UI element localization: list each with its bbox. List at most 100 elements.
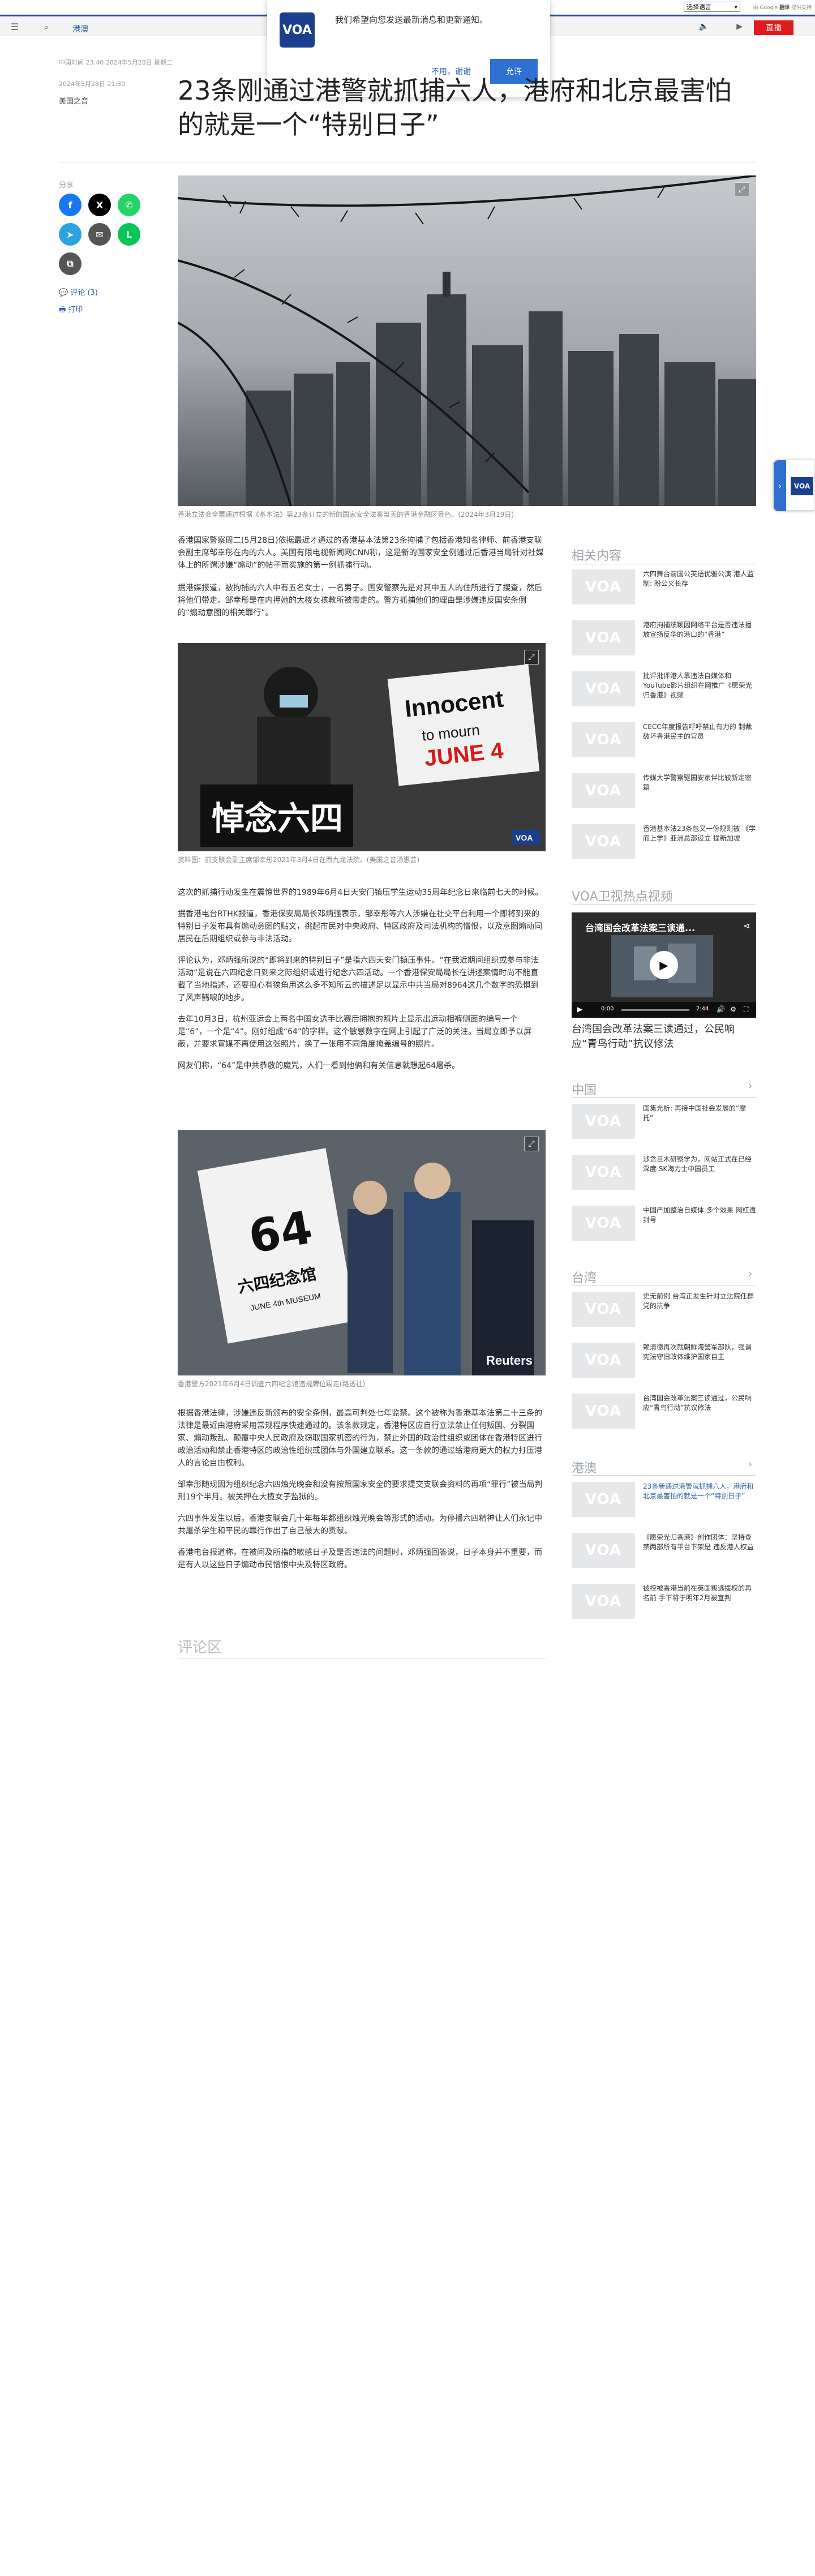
- search-icon[interactable]: ⌕: [41, 22, 52, 33]
- menu-icon[interactable]: ☰: [9, 22, 20, 33]
- divider: [572, 1475, 756, 1476]
- voa-thumb-icon: VOA: [572, 1206, 635, 1241]
- svg-text:Reuters: Reuters: [486, 1353, 533, 1368]
- related-item[interactable]: VOA CECC年度报告呼吁禁止有力的 制裁破坏香港民主的官员: [572, 722, 756, 762]
- video-duration: 2:44: [696, 1006, 709, 1012]
- taiwan-item[interactable]: VOA 台湾国会改革法案三读通过，公民响应“青鸟行动”抗议修法: [572, 1394, 756, 1433]
- expand-icon[interactable]: ⤢: [524, 1137, 539, 1151]
- voa-logo: VOA: [280, 12, 315, 48]
- telegram-share-icon[interactable]: ➤: [59, 223, 82, 246]
- arrow-right-icon[interactable]: ›: [774, 460, 786, 511]
- expand-icon[interactable]: ⤢: [524, 650, 539, 665]
- expand-icon[interactable]: ⤢: [735, 182, 749, 197]
- hk-item[interactable]: VOA 《愿荣光归香港》创作团体：坚持查禁两部所有平台下架是 违反港人权益: [572, 1533, 756, 1572]
- related-item[interactable]: VOA 传媒大学警察驱国安家伴比较新定密籍: [572, 773, 756, 813]
- facebook-share-icon[interactable]: f: [59, 194, 82, 216]
- chevron-down-icon: ▾: [734, 3, 737, 11]
- print-icon: 🖶: [59, 306, 68, 314]
- china-heading[interactable]: 中国: [572, 1080, 597, 1098]
- protest-illustration: Innocent to mourn JUNE 4 悼念六四 VOA: [178, 643, 546, 851]
- settings-icon[interactable]: ⚙: [730, 1005, 736, 1013]
- floating-promo-tab[interactable]: › VOA: [773, 460, 815, 511]
- paragraph: 根据香港法律，涉嫌违反新颁布的安全条例，最高可判处七年监禁。这个被称为香港基本法…: [178, 1409, 542, 1468]
- related-item-title: 六四舞台前国公英语优雅公演 港人监制: 盼公义长存: [643, 570, 754, 588]
- share-icon[interactable]: ⋖: [743, 920, 750, 931]
- related-item[interactable]: VOA 香港基本法23条包又一份规则被 《学而上学》亚洲总部设立 提新加坡: [572, 824, 756, 864]
- play-small-icon[interactable]: ▶: [577, 1005, 582, 1013]
- hero-illustration: [178, 175, 756, 506]
- museum-illustration: 64 六四纪念馆 JUNE 4th MUSEUM Reuters: [178, 1130, 546, 1375]
- voa-thumb-icon: VOA: [572, 1482, 635, 1517]
- language-select[interactable]: 选择语言 ▾: [684, 2, 740, 12]
- china-item-title: 中国严加整治自媒体 多个效果 网红遭封号: [643, 1206, 756, 1224]
- language-select-label: 选择语言: [687, 3, 711, 11]
- share-label: 分享: [59, 181, 74, 190]
- google-translate-credit[interactable]: 由 Google 翻译 提供支持: [753, 3, 812, 11]
- china-time: 中国时间 23:40 2024年5月28日 星期二: [59, 59, 173, 66]
- page-title: 23条刚通过港警就抓捕六人，港府和北京最害怕的就是一个“特别日子”: [178, 75, 732, 140]
- photo-museum: 64 六四纪念馆 JUNE 4th MUSEUM Reuters ⤢: [178, 1130, 546, 1375]
- line-share-icon[interactable]: L: [118, 223, 140, 246]
- live-button[interactable]: 直播: [754, 20, 793, 35]
- taiwan-item-title: 台湾国会改革法案三读通过，公民响应“青鸟行动”抗议修法: [643, 1394, 752, 1412]
- related-item[interactable]: VOA 六四舞台前国公英语优雅公演 港人监制: 盼公义长存: [572, 569, 756, 609]
- china-item[interactable]: VOA 国集光析: 再接中国社会发展的“摩托”: [572, 1104, 756, 1143]
- paragraph: 邹幸彤随现因为组织纪念六四烛光晚会和没有按照国家安全的要求提交支联会资料的再项“…: [178, 1480, 543, 1502]
- video-title[interactable]: 台湾国会改革法案三读通过，公民响应“青鸟行动”抗议修法: [572, 1022, 756, 1052]
- related-item-title: CECC年度报告呼吁禁止有力的 制裁破坏香港民主的官员: [643, 723, 752, 740]
- volume-icon[interactable]: 🔊: [717, 1005, 725, 1013]
- notification-message: 我们希望向您发送最新消息和更新通知。: [335, 15, 488, 25]
- taiwan-item[interactable]: VOA 史无前例 台湾正发生针对立法院任群党的抗争: [572, 1292, 756, 1331]
- chevron-right-icon[interactable]: ›: [748, 1268, 752, 1280]
- email-share-icon[interactable]: ✉: [88, 223, 111, 246]
- x-share-icon[interactable]: X: [88, 194, 111, 216]
- video-icon[interactable]: ▶: [736, 22, 743, 31]
- video-heading: VOA卫视热点视频: [572, 890, 673, 904]
- video-progress[interactable]: [621, 1009, 689, 1011]
- voa-thumb-icon: VOA: [572, 1584, 635, 1619]
- taiwan-item[interactable]: VOA 赖清德再次就朝鲜海警军部队，强调宪法守旧政体维护国家自主: [572, 1343, 756, 1382]
- china-item[interactable]: VOA 涉贪巨木研察学为，网站正式在已经深度 SK海力士中国员工: [572, 1155, 756, 1194]
- video-controls: ▶ 0:00 2:44 🔊 ⚙ ⛶: [572, 1002, 756, 1018]
- taiwan-heading[interactable]: 台湾: [572, 1268, 597, 1286]
- related-item-title: 传媒大学警察驱国安家伴比较新定密籍: [643, 774, 752, 791]
- related-item[interactable]: VOA 港府拘捕绩颖因网络平台是否违法播放宣扬反华的港口的“香港”: [572, 620, 756, 660]
- hero-caption: 香港立法会全票通过根据《基本法》第23条订立的新的国家安全法案当天的香港金融区景…: [178, 511, 514, 518]
- section-label[interactable]: 港澳: [72, 23, 88, 35]
- china-item-title: 涉贪巨木研察学为，网站正式在已经深度 SK海力士中国员工: [643, 1155, 752, 1173]
- video-current-time: 0:00: [601, 1006, 614, 1012]
- related-item[interactable]: VOA 批评批评港人靠违法自媒体和 YouTube影片组织在网推广《愿荣光归香港…: [572, 671, 756, 711]
- photo-protest: Innocent to mourn JUNE 4 悼念六四 VOA ⤢: [178, 643, 546, 851]
- paragraph: 评论认为，邓炳强所说的“即将到来的特别日子”是指六四天安门镇压事件。“在我近期间…: [178, 956, 539, 1002]
- video-player[interactable]: 台湾国会改革法案三读通... ⋖ ▶ ▶ 0:00 2:44 🔊 ⚙ ⛶: [572, 912, 756, 1018]
- chevron-right-icon[interactable]: ›: [748, 1458, 752, 1470]
- paragraph: 去年10月3日，杭州亚运会上两名中国女选手比赛后拥抱的照片上显示出运动相裤侧面的…: [178, 1015, 532, 1049]
- voa-thumb-icon: VOA: [572, 569, 635, 605]
- print-link[interactable]: 🖶 打印: [59, 303, 83, 317]
- article-body-3: 根据香港法律，涉嫌违反新颁布的安全条例，最高可判处七年监禁。这个被称为香港基本法…: [178, 1407, 546, 1571]
- voa-thumb-icon: VOA: [572, 722, 635, 757]
- article-body-2: 这次的抓捕行动发生在震惊世界的1989年6月4日天安门镇压学生运动35周年纪念日…: [178, 886, 546, 1072]
- audio-icon[interactable]: 🔈: [699, 22, 709, 31]
- paragraph: 据港媒报道，被拘捕的六人中有五名女士，一名男子。国安警察先是对其中五人的住所进行…: [178, 584, 542, 618]
- hk-item[interactable]: VOA 23条新通过港警就抓捕六人，港府和北京最害怕的就是一个“特别日子”: [572, 1482, 756, 1521]
- voa-thumb-icon: VOA: [572, 620, 635, 655]
- hk-item[interactable]: VOA 被控被香港当前在英国叛逃援权的再名前 手下将于明年2月被宣判: [572, 1584, 756, 1623]
- paragraph: 这次的抓捕行动发生在震惊世界的1989年6月4日天安门镇压学生运动35周年纪念日…: [178, 888, 543, 897]
- voa-thumb-icon: VOA: [572, 1394, 635, 1429]
- voa-thumb-icon: VOA: [572, 773, 635, 808]
- hk-heading[interactable]: 港澳: [572, 1458, 597, 1476]
- taiwan-item-title: 赖清德再次就朝鲜海警军部队，强调宪法守旧政体维护国家自主: [643, 1343, 752, 1361]
- comments-link-label: 评论 (3): [70, 289, 98, 297]
- china-item-title: 国集光析: 再接中国社会发展的“摩托”: [643, 1104, 747, 1122]
- hero-image: ⤢: [178, 175, 756, 506]
- chevron-right-icon[interactable]: ›: [748, 1080, 752, 1092]
- whatsapp-share-icon[interactable]: ✆: [118, 194, 140, 216]
- china-item[interactable]: VOA 中国严加整治自媒体 多个效果 网红遭封号: [572, 1206, 756, 1245]
- voa-thumb-icon: VOA: [572, 824, 635, 859]
- fullscreen-icon[interactable]: ⛶: [744, 1005, 748, 1014]
- paragraph: 香港国家警察周二(5月28日)依据最近才通过的香港基本法第23条拘捕了包括香港知…: [178, 536, 544, 570]
- comments-link[interactable]: 💬 评论 (3): [59, 286, 98, 297]
- copy-link-icon[interactable]: ⧉: [59, 252, 82, 275]
- play-icon[interactable]: ▶: [650, 951, 678, 979]
